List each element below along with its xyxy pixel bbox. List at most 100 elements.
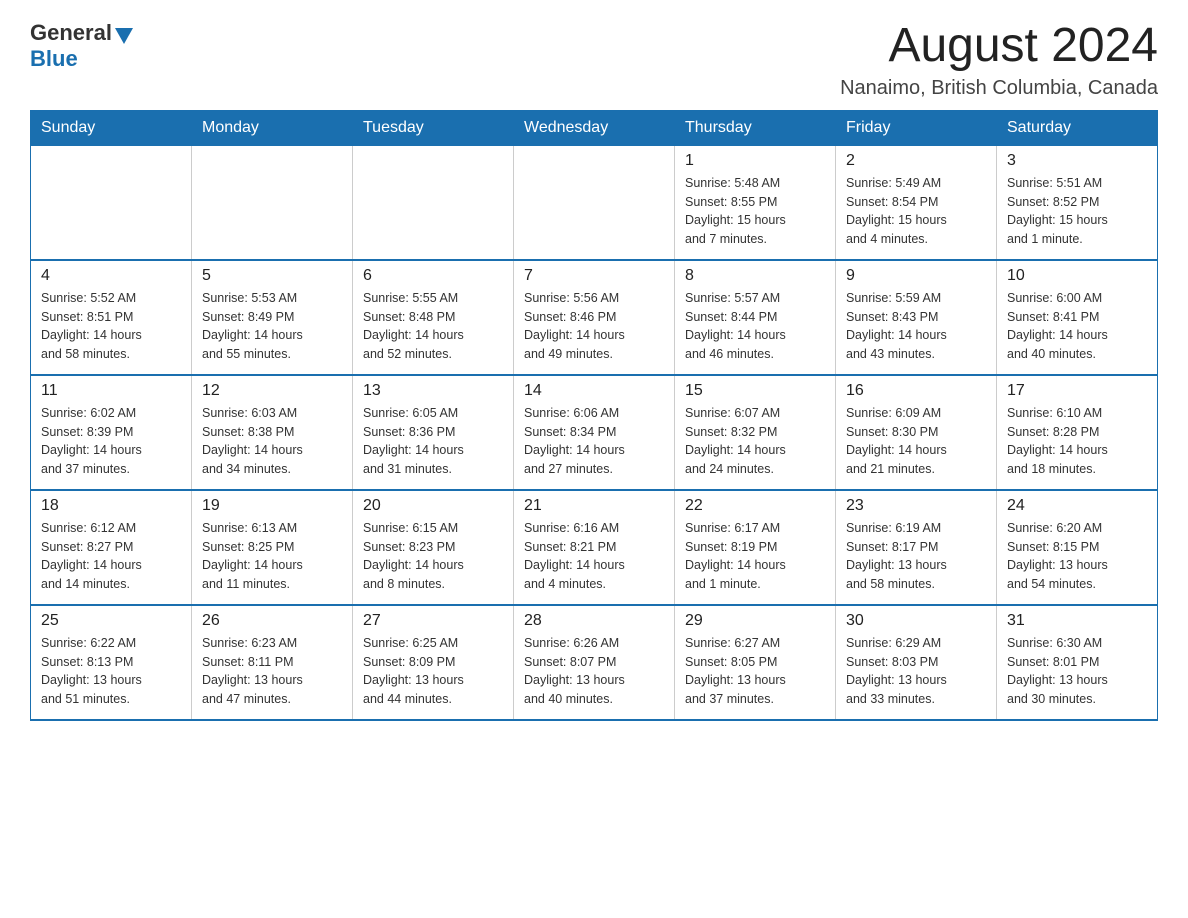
day-info: Sunrise: 6:13 AM Sunset: 8:25 PM Dayligh… (202, 519, 342, 594)
day-info: Sunrise: 6:23 AM Sunset: 8:11 PM Dayligh… (202, 634, 342, 709)
calendar-day-cell: 7 Sunrise: 5:56 AM Sunset: 8:46 PM Daylig… (514, 260, 675, 375)
day-info: Sunrise: 6:17 AM Sunset: 8:19 PM Dayligh… (685, 519, 825, 594)
day-info: Sunrise: 6:06 AM Sunset: 8:34 PM Dayligh… (524, 404, 664, 479)
day-of-week-header: Saturday (997, 110, 1158, 145)
day-info: Sunrise: 6:20 AM Sunset: 8:15 PM Dayligh… (1007, 519, 1147, 594)
calendar-day-cell: 5Sunrise: 5:53 AM Sunset: 8:49 PM Daylig… (192, 260, 353, 375)
calendar-day-cell: 25 Sunrise: 6:22 AM Sunset: 8:13 PM Dayli… (31, 605, 192, 720)
day-number: 2 (846, 152, 986, 170)
calendar-day-cell: 8 Sunrise: 5:57 AM Sunset: 8:44 PM Daylig… (675, 260, 836, 375)
calendar-day-cell: 27 Sunrise: 6:25 AM Sunset: 8:09 PM Dayli… (353, 605, 514, 720)
calendar-day-cell: 30 Sunrise: 6:29 AM Sunset: 8:03 PM Dayli… (836, 605, 997, 720)
day-number: 12 (202, 382, 342, 400)
location-subtitle: Nanaimo, British Columbia, Canada (840, 77, 1158, 100)
calendar-day-cell (192, 145, 353, 260)
day-info: Sunrise: 6:15 AM Sunset: 8:23 PM Dayligh… (363, 519, 503, 594)
calendar-week-row: 1 Sunrise: 5:48 AM Sunset: 8:55 PM Daylig… (31, 145, 1158, 260)
calendar-day-cell: 15 Sunrise: 6:07 AM Sunset: 8:32 PM Dayli… (675, 375, 836, 490)
day-number: 17 (1007, 382, 1147, 400)
month-title: August 2024 (840, 20, 1158, 73)
day-number: 13 (363, 382, 503, 400)
calendar-day-cell: 23 Sunrise: 6:19 AM Sunset: 8:17 PM Dayli… (836, 490, 997, 605)
day-number: 15 (685, 382, 825, 400)
days-of-week-row: SundayMondayTuesdayWednesdayThursdayFrid… (31, 110, 1158, 145)
logo-triangle-icon (115, 28, 133, 44)
day-number: 20 (363, 497, 503, 515)
day-info: Sunrise: 6:02 AM Sunset: 8:39 PM Dayligh… (41, 404, 181, 479)
logo: General Blue (30, 20, 133, 72)
calendar-day-cell: 28Sunrise: 6:26 AM Sunset: 8:07 PM Dayli… (514, 605, 675, 720)
calendar-day-cell: 17 Sunrise: 6:10 AM Sunset: 8:28 PM Dayli… (997, 375, 1158, 490)
day-number: 11 (41, 382, 181, 400)
day-info: Sunrise: 5:59 AM Sunset: 8:43 PM Dayligh… (846, 289, 986, 364)
day-info: Sunrise: 6:19 AM Sunset: 8:17 PM Dayligh… (846, 519, 986, 594)
calendar-day-cell: 22 Sunrise: 6:17 AM Sunset: 8:19 PM Dayli… (675, 490, 836, 605)
day-number: 29 (685, 612, 825, 630)
day-number: 16 (846, 382, 986, 400)
calendar-day-cell: 11 Sunrise: 6:02 AM Sunset: 8:39 PM Dayli… (31, 375, 192, 490)
day-info: Sunrise: 6:00 AM Sunset: 8:41 PM Dayligh… (1007, 289, 1147, 364)
day-number: 3 (1007, 152, 1147, 170)
day-number: 6 (363, 267, 503, 285)
day-info: Sunrise: 6:30 AM Sunset: 8:01 PM Dayligh… (1007, 634, 1147, 709)
page-header: General Blue August 2024 Nanaimo, Britis… (30, 20, 1158, 100)
calendar-day-cell: 20 Sunrise: 6:15 AM Sunset: 8:23 PM Dayli… (353, 490, 514, 605)
day-info: Sunrise: 5:48 AM Sunset: 8:55 PM Dayligh… (685, 174, 825, 249)
calendar-body: 1 Sunrise: 5:48 AM Sunset: 8:55 PM Daylig… (31, 145, 1158, 720)
day-number: 27 (363, 612, 503, 630)
calendar-day-cell (31, 145, 192, 260)
day-number: 25 (41, 612, 181, 630)
day-info: Sunrise: 6:25 AM Sunset: 8:09 PM Dayligh… (363, 634, 503, 709)
day-info: Sunrise: 5:52 AM Sunset: 8:51 PM Dayligh… (41, 289, 181, 364)
day-number: 14 (524, 382, 664, 400)
calendar-header: SundayMondayTuesdayWednesdayThursdayFrid… (31, 110, 1158, 145)
calendar-day-cell: 13 Sunrise: 6:05 AM Sunset: 8:36 PM Dayli… (353, 375, 514, 490)
calendar-day-cell (514, 145, 675, 260)
title-section: August 2024 Nanaimo, British Columbia, C… (840, 20, 1158, 100)
day-info: Sunrise: 6:12 AM Sunset: 8:27 PM Dayligh… (41, 519, 181, 594)
day-number: 31 (1007, 612, 1147, 630)
day-info: Sunrise: 6:29 AM Sunset: 8:03 PM Dayligh… (846, 634, 986, 709)
calendar-day-cell: 9Sunrise: 5:59 AM Sunset: 8:43 PM Daylig… (836, 260, 997, 375)
day-number: 22 (685, 497, 825, 515)
day-number: 24 (1007, 497, 1147, 515)
day-number: 30 (846, 612, 986, 630)
day-of-week-header: Tuesday (353, 110, 514, 145)
day-info: Sunrise: 6:05 AM Sunset: 8:36 PM Dayligh… (363, 404, 503, 479)
day-number: 8 (685, 267, 825, 285)
calendar-week-row: 18Sunrise: 6:12 AM Sunset: 8:27 PM Dayli… (31, 490, 1158, 605)
calendar-day-cell: 2 Sunrise: 5:49 AM Sunset: 8:54 PM Daylig… (836, 145, 997, 260)
calendar-week-row: 11 Sunrise: 6:02 AM Sunset: 8:39 PM Dayli… (31, 375, 1158, 490)
logo-general-text: General (30, 20, 112, 46)
calendar-day-cell: 6Sunrise: 5:55 AM Sunset: 8:48 PM Daylig… (353, 260, 514, 375)
day-number: 1 (685, 152, 825, 170)
day-info: Sunrise: 5:56 AM Sunset: 8:46 PM Dayligh… (524, 289, 664, 364)
calendar-day-cell: 21Sunrise: 6:16 AM Sunset: 8:21 PM Dayli… (514, 490, 675, 605)
day-number: 10 (1007, 267, 1147, 285)
day-number: 28 (524, 612, 664, 630)
day-info: Sunrise: 6:07 AM Sunset: 8:32 PM Dayligh… (685, 404, 825, 479)
calendar-day-cell: 14 Sunrise: 6:06 AM Sunset: 8:34 PM Dayli… (514, 375, 675, 490)
day-number: 5 (202, 267, 342, 285)
day-info: Sunrise: 6:03 AM Sunset: 8:38 PM Dayligh… (202, 404, 342, 479)
logo-blue-text: Blue (30, 46, 78, 71)
calendar-day-cell: 16Sunrise: 6:09 AM Sunset: 8:30 PM Dayli… (836, 375, 997, 490)
calendar-week-row: 4Sunrise: 5:52 AM Sunset: 8:51 PM Daylig… (31, 260, 1158, 375)
day-of-week-header: Sunday (31, 110, 192, 145)
day-of-week-header: Wednesday (514, 110, 675, 145)
day-number: 23 (846, 497, 986, 515)
day-number: 7 (524, 267, 664, 285)
calendar-day-cell: 26Sunrise: 6:23 AM Sunset: 8:11 PM Dayli… (192, 605, 353, 720)
day-info: Sunrise: 6:22 AM Sunset: 8:13 PM Dayligh… (41, 634, 181, 709)
day-info: Sunrise: 6:27 AM Sunset: 8:05 PM Dayligh… (685, 634, 825, 709)
calendar-week-row: 25 Sunrise: 6:22 AM Sunset: 8:13 PM Dayli… (31, 605, 1158, 720)
day-info: Sunrise: 6:10 AM Sunset: 8:28 PM Dayligh… (1007, 404, 1147, 479)
day-number: 21 (524, 497, 664, 515)
day-info: Sunrise: 5:57 AM Sunset: 8:44 PM Dayligh… (685, 289, 825, 364)
day-of-week-header: Monday (192, 110, 353, 145)
day-info: Sunrise: 5:49 AM Sunset: 8:54 PM Dayligh… (846, 174, 986, 249)
day-number: 19 (202, 497, 342, 515)
calendar-day-cell: 4Sunrise: 5:52 AM Sunset: 8:51 PM Daylig… (31, 260, 192, 375)
calendar-table: SundayMondayTuesdayWednesdayThursdayFrid… (30, 110, 1158, 721)
calendar-day-cell: 3Sunrise: 5:51 AM Sunset: 8:52 PM Daylig… (997, 145, 1158, 260)
